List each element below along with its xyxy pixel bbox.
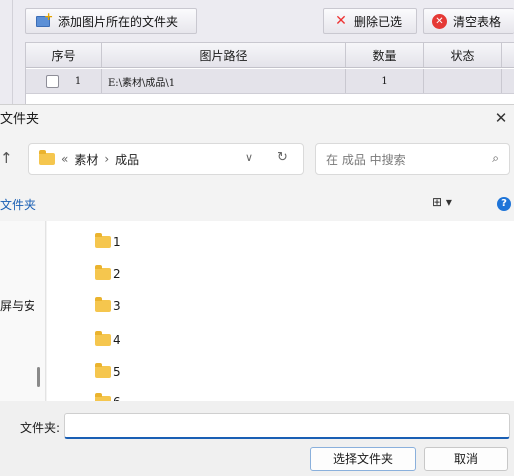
list-item[interactable]: 2 <box>95 265 121 281</box>
folder-icon <box>95 297 111 312</box>
row-index: 1 <box>74 75 82 87</box>
folder-field-label: 文件夹: <box>20 421 61 435</box>
folder-icon <box>95 233 111 248</box>
folder-name: 2 <box>113 267 121 281</box>
add-image-icon: + <box>36 11 53 28</box>
column-header-count[interactable]: 数量 <box>346 43 424 67</box>
clear-table-label: 清空表格 <box>453 14 502 29</box>
folder-name: 1 <box>113 235 121 249</box>
command-bar: 文件夹 ⊞ ▾ ? <box>0 189 514 219</box>
folder-name: 3 <box>113 299 121 313</box>
close-icon[interactable]: ✕ <box>492 109 510 127</box>
folder-name: 4 <box>113 333 121 347</box>
search-placeholder: 在 成品 中搜索 <box>326 152 406 167</box>
folder-icon <box>95 363 111 378</box>
row-count: 1 <box>346 69 424 93</box>
dialog-title: 文件夹 <box>0 112 40 127</box>
breadcrumb-overflow[interactable]: « <box>61 152 68 166</box>
file-list: 1 2 3 4 5 6 <box>47 221 514 401</box>
nav-item[interactable]: 屏与安 <box>0 297 34 314</box>
clear-icon: ✕ <box>432 13 447 29</box>
divider <box>12 0 13 104</box>
delete-selected-label: 删除已选 <box>354 14 403 29</box>
table-header-row: 序号 图片路径 数量 状态 <box>26 43 514 68</box>
delete-selected-button[interactable]: ✕ 删除已选 <box>323 8 417 34</box>
row-path: E:\素材\成品\1 <box>102 69 346 93</box>
column-header-extra <box>502 43 514 67</box>
image-table: 序号 图片路径 数量 状态 1 E:\素材\成品\1 1 <box>25 42 514 104</box>
view-grid-icon[interactable]: ⊞ ▾ <box>432 195 452 209</box>
list-item[interactable]: 1 <box>95 233 121 249</box>
breadcrumb-separator: › <box>104 152 110 166</box>
help-icon[interactable]: ? <box>497 197 511 211</box>
list-item[interactable]: 4 <box>95 331 121 347</box>
select-folder-button[interactable]: 选择文件夹 <box>310 447 416 471</box>
row-checkbox[interactable] <box>45 74 59 88</box>
folder-name-input[interactable] <box>64 413 510 439</box>
search-icon: ⌕ <box>492 151 499 165</box>
list-item[interactable]: 3 <box>95 297 121 313</box>
row-index-cell: 1 <box>26 69 102 93</box>
background-app: + 添加图片所在的文件夹 ✕ 删除已选 ✕ 清空表格 序号 图片路径 数量 状态… <box>0 0 514 104</box>
column-header-status[interactable]: 状态 <box>424 43 502 67</box>
folder-icon <box>39 150 55 165</box>
nav-scrollbar[interactable] <box>37 367 40 387</box>
breadcrumb-item[interactable]: 成品 <box>115 151 139 168</box>
folder-icon <box>95 331 111 346</box>
chevron-down-icon[interactable]: ∨ <box>245 151 253 164</box>
new-folder-button[interactable]: 文件夹 <box>0 196 36 213</box>
background-left-margin <box>0 0 25 104</box>
clear-table-button[interactable]: ✕ 清空表格 <box>423 8 514 34</box>
folder-icon <box>95 265 111 280</box>
table-row[interactable]: 1 E:\素材\成品\1 1 <box>26 69 514 94</box>
cancel-button[interactable]: 取消 <box>424 447 508 471</box>
list-item[interactable]: 5 <box>95 363 121 379</box>
column-header-index[interactable]: 序号 <box>26 43 102 67</box>
add-image-folder-button[interactable]: + 添加图片所在的文件夹 <box>25 8 197 34</box>
delete-x-icon: ✕ <box>335 13 347 29</box>
navigation-pane: 屏与安 <box>0 221 46 401</box>
add-image-folder-label: 添加图片所在的文件夹 <box>58 14 179 29</box>
column-header-path[interactable]: 图片路径 <box>102 43 346 67</box>
breadcrumb-item[interactable]: 素材 <box>74 151 98 168</box>
address-bar[interactable]: « 素材 › 成品 ∨ ↻ <box>28 143 304 175</box>
refresh-icon[interactable]: ↻ <box>277 150 288 165</box>
row-status <box>424 69 502 93</box>
folder-name: 5 <box>113 365 121 379</box>
folder-picker-dialog: 文件夹 ✕ ↑ « 素材 › 成品 ∨ ↻ 在 成品 中搜索 ⌕ 文件夹 ⊞ ▾… <box>0 104 514 476</box>
search-input[interactable]: 在 成品 中搜索 ⌕ <box>315 143 510 175</box>
up-arrow-icon[interactable]: ↑ <box>0 149 13 167</box>
row-extra <box>502 69 514 93</box>
